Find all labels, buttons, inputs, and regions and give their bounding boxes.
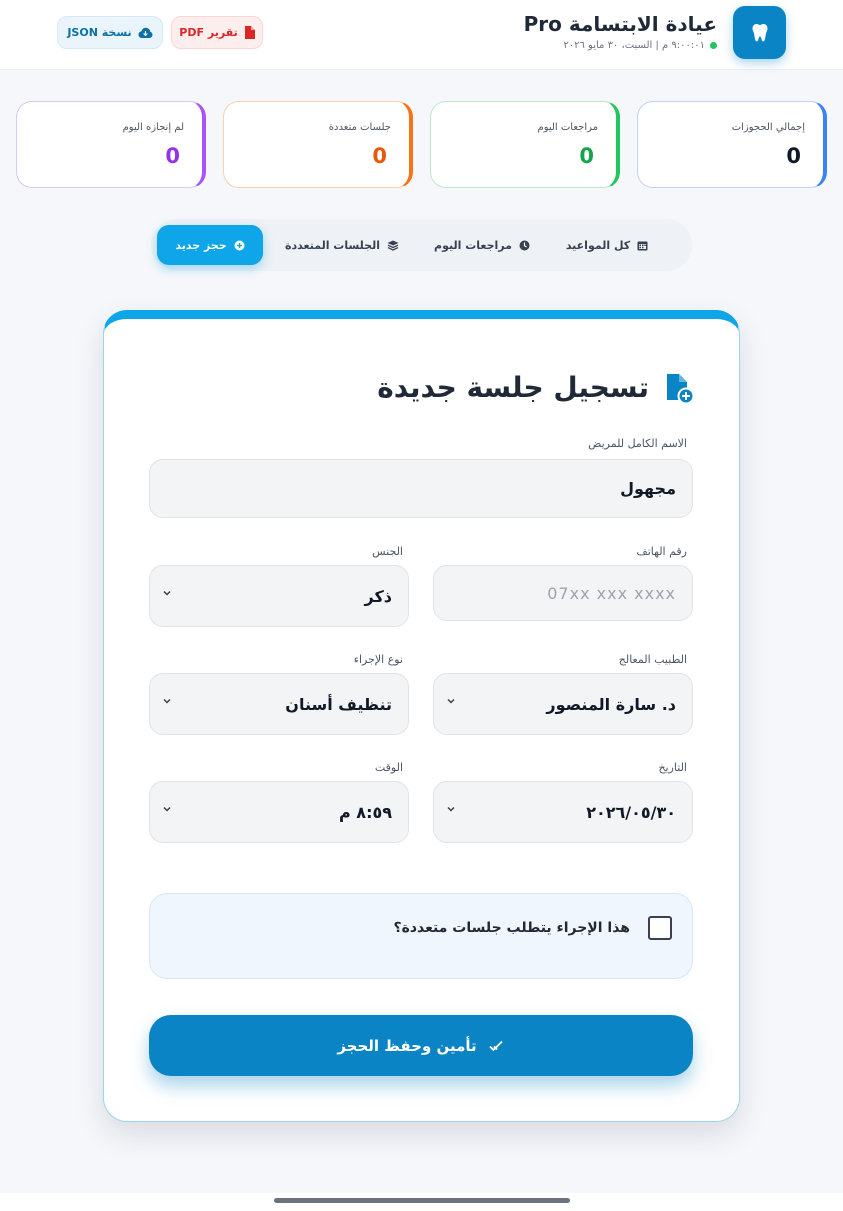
procedure-value: تنظيف أسنان	[285, 694, 392, 714]
time-value: ٨:٥٩ م	[339, 802, 392, 822]
app-title: عيادة الابتسامة Pro	[523, 12, 717, 36]
stat-label: لم إنجازه اليوم	[122, 122, 184, 133]
chevron-down-icon	[447, 806, 455, 812]
chevron-down-icon	[447, 698, 455, 704]
patient-name-value: مجهول	[620, 479, 676, 498]
tooth-logo-icon	[733, 6, 786, 59]
procedure-select[interactable]: تنظيف أسنان	[149, 673, 409, 735]
phone-label: رقم الهاتف	[636, 545, 687, 558]
new-session-form: تسجيل جلسة جديدة الاسم الكامل للمريض مجه…	[103, 310, 740, 1122]
patient-name-label: الاسم الكامل للمريض	[588, 437, 687, 450]
stat-label: إجمالي الحجوزات	[731, 122, 805, 133]
gender-label: الجنس	[372, 545, 403, 558]
save-booking-label: تأمين وحفظ الحجز	[337, 1036, 477, 1055]
tab-new-booking[interactable]: حجز جديد	[157, 225, 263, 265]
stat-today-visits: مراجعات اليوم 0	[430, 101, 620, 188]
nav-tabs: كل المواعيد مراجعات اليوم الجلسات المتعد…	[151, 219, 692, 271]
stat-label: جلسات متعددة	[328, 122, 391, 133]
datetime-text: ٩:٠٠:٠١ م | السبت، ٣٠ مايو ٢٠٢٦	[563, 40, 705, 51]
stat-value: 0	[372, 144, 387, 168]
save-booking-button[interactable]: تأمين وحفظ الحجز	[149, 1015, 693, 1076]
tab-all-appointments[interactable]: كل المواعيد	[552, 225, 662, 265]
chevron-down-icon	[163, 806, 171, 812]
patient-name-input[interactable]: مجهول	[149, 459, 693, 518]
multi-session-option: هذا الإجراء يتطلب جلسات متعددة؟	[149, 893, 693, 979]
brand: عيادة الابتسامة Pro ٩:٠٠:٠١ م | السبت، ٣…	[524, 12, 717, 51]
double-check-icon	[489, 1040, 503, 1051]
gender-value: ذكر	[364, 586, 392, 606]
doctor-label: الطبيب المعالج	[618, 653, 687, 666]
procedure-label: نوع الإجراء	[353, 653, 403, 666]
tab-label: كل المواعيد	[565, 238, 631, 252]
stat-multi-sessions: جلسات متعددة 0	[223, 101, 413, 188]
time-input[interactable]: ٨:٥٩ م	[149, 781, 409, 843]
app-header: عيادة الابتسامة Pro ٩:٠٠:٠١ م | السبت، ٣…	[0, 0, 843, 70]
stat-label: مراجعات اليوم	[537, 122, 599, 133]
online-status-dot	[710, 42, 717, 49]
layers-icon	[387, 240, 399, 251]
doctor-value: د. سارة المنصور	[546, 694, 676, 714]
phone-placeholder: 07xx xxx xxxx	[547, 583, 676, 603]
stat-not-done-today: لم إنجازه اليوم 0	[16, 101, 206, 188]
json-backup-button[interactable]: نسخة JSON	[57, 16, 163, 49]
pdf-report-label: تقرير PDF	[179, 26, 238, 39]
stat-value: 0	[786, 144, 801, 168]
date-input[interactable]: ٢٠٢٦/٠٥/٣٠	[433, 781, 693, 843]
phone-input[interactable]: 07xx xxx xxxx	[433, 565, 693, 621]
multi-session-label: هذا الإجراء يتطلب جلسات متعددة؟	[393, 920, 630, 936]
plus-circle-icon	[234, 240, 245, 250]
tab-label: الجلسات المتعددة	[285, 238, 380, 252]
date-label: التاريخ	[658, 761, 687, 774]
stat-value: 0	[165, 144, 180, 168]
form-title: تسجيل جلسة جديدة	[377, 371, 649, 404]
clock-icon	[519, 240, 530, 250]
date-value: ٢٠٢٦/٠٥/٣٠	[586, 802, 676, 822]
tab-label: مراجعات اليوم	[434, 238, 512, 252]
json-backup-label: نسخة JSON	[67, 26, 132, 39]
file-add-icon	[667, 373, 695, 404]
stat-total-bookings: إجمالي الحجوزات 0	[637, 101, 827, 188]
tab-today-visits[interactable]: مراجعات اليوم	[427, 225, 537, 265]
chevron-down-icon	[163, 698, 171, 704]
gender-select[interactable]: ذكر	[149, 565, 409, 627]
home-indicator[interactable]	[274, 1198, 570, 1203]
file-pdf-icon	[244, 26, 255, 39]
multi-session-checkbox[interactable]	[648, 916, 672, 940]
form-title-row: تسجيل جلسة جديدة	[377, 371, 695, 404]
cloud-download-icon	[138, 27, 153, 38]
time-label: الوقت	[374, 761, 403, 774]
stat-value: 0	[579, 144, 594, 168]
calendar-icon	[637, 241, 648, 250]
tab-label: حجز جديد	[175, 238, 227, 252]
doctor-select[interactable]: د. سارة المنصور	[433, 673, 693, 735]
datetime-status: ٩:٠٠:٠١ م | السبت، ٣٠ مايو ٢٠٢٦	[524, 40, 717, 51]
tab-multi-sessions[interactable]: الجلسات المتعددة	[282, 225, 402, 265]
pdf-report-button[interactable]: تقرير PDF	[171, 16, 263, 49]
chevron-down-icon	[163, 590, 171, 596]
